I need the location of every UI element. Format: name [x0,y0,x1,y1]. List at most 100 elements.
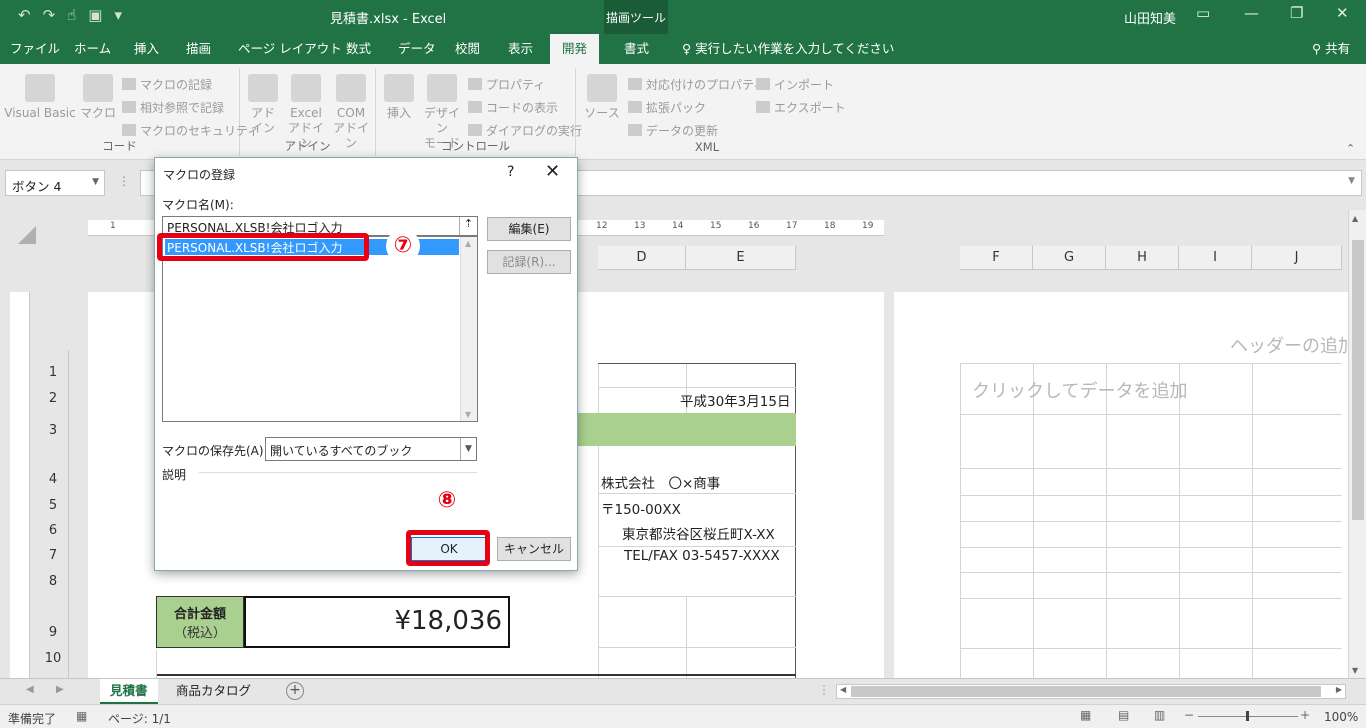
expand-formula-bar-icon[interactable]: ▼ [1348,176,1355,186]
properties-button[interactable]: プロパティ [468,76,545,93]
row-header-7[interactable]: 7 [38,548,68,563]
column-header-d[interactable]: D [598,246,686,270]
refresh-data-button[interactable]: データの更新 [628,122,718,139]
zoom-slider[interactable] [1198,711,1298,721]
row-header-3[interactable]: 3 [38,423,68,438]
close-window-icon[interactable]: ✕ [1336,4,1349,22]
help-icon[interactable]: ? [507,164,514,180]
column-header-f[interactable]: F [960,246,1033,270]
macro-security-button[interactable]: マクロのセキュリティ [122,122,259,139]
edit-button[interactable]: 編集(E) [487,217,571,241]
record-macro-button[interactable]: マクロの記録 [122,76,212,93]
title-band-cell[interactable] [578,413,796,446]
company-cell[interactable]: 株式会社 〇×商事 [601,472,720,492]
close-icon[interactable]: ✕ [545,161,560,182]
save-icon[interactable]: ▣ [88,6,102,24]
collapse-dialog-icon[interactable]: ⇡ [459,217,477,235]
column-header-h[interactable]: H [1106,246,1179,270]
macro-list[interactable]: PERSONAL.XLSB!会社ロゴ入力 ▲ ▼ [162,236,478,422]
scroll-up-icon[interactable]: ▲ [1352,214,1358,223]
tab-insert[interactable]: 挿入 [134,34,159,64]
source-button[interactable]: ソース [584,74,620,121]
sheet-tab-estimate[interactable]: 見積書 [100,679,158,704]
list-scroll-up-icon[interactable]: ▲ [465,239,471,248]
share-button[interactable]: ⚲ 共有 [1312,34,1350,64]
tab-developer[interactable]: 開発 [550,34,600,64]
vertical-scrollbar[interactable]: ▲ ▼ [1348,210,1366,678]
cancel-button[interactable]: キャンセル [497,537,571,561]
name-box[interactable]: ボタン 4 ▼ [5,170,105,196]
export-button[interactable]: エクスポート [756,99,846,116]
tab-view[interactable]: 表示 [508,34,533,64]
addins-button[interactable]: アド イン [246,74,280,136]
collapse-ribbon-icon[interactable]: ⌃ [1346,142,1355,155]
horizontal-scrollbar-thumb[interactable] [851,686,1321,697]
record-button[interactable]: 記録(R)... [487,250,571,274]
total-value-cell[interactable]: ¥18,036 [244,596,510,648]
map-properties-button[interactable]: 対応付けのプロパティ [628,76,765,93]
macro-recording-icon[interactable]: ▦ [76,709,87,723]
row-header-1[interactable]: 1 [38,365,68,380]
row-header-5[interactable]: 5 [38,498,68,513]
list-scrollbar[interactable]: ▲ ▼ [460,237,477,421]
header-placeholder[interactable]: ヘッダーの追加 [1230,332,1356,358]
column-header-i[interactable]: I [1179,246,1252,270]
page-break-view-icon[interactable]: ▥ [1154,708,1165,722]
tab-data[interactable]: データ [398,34,436,64]
list-scroll-down-icon[interactable]: ▼ [465,410,471,419]
date-cell[interactable]: 平成30年3月15日 [680,390,790,410]
tab-format[interactable]: 書式 [624,34,649,64]
relative-reference-button[interactable]: 相対参照で記録 [122,99,224,116]
zoom-slider-thumb[interactable] [1246,711,1249,721]
user-name[interactable]: 山田知美 [1124,8,1176,27]
chevron-down-icon[interactable]: ▼ [460,438,476,460]
undo-icon[interactable]: ↶ [18,6,31,24]
visual-basic-button[interactable]: Visual Basic [4,74,76,121]
tab-review[interactable]: 校閲 [455,34,480,64]
address-cell[interactable]: 東京都渋谷区桜丘町X-XX [622,523,775,543]
tel-cell[interactable]: TEL/FAX 03-5457-XXXX [624,548,780,564]
page-layout-view-icon[interactable]: ▤ [1118,708,1129,722]
zoom-in-icon[interactable]: + [1300,708,1310,722]
column-header-g[interactable]: G [1033,246,1106,270]
row-header-9[interactable]: 9 [38,625,68,640]
data-placeholder[interactable]: クリックしてデータを追加 [972,377,1187,403]
redo-icon[interactable]: ↷ [43,6,56,24]
tell-me-search[interactable]: ♀ 実行したい作業を入力してください [682,34,894,64]
minimize-icon[interactable]: — [1244,4,1259,22]
postal-cell[interactable]: 〒150-00XX [601,498,681,518]
macro-button[interactable]: マクロ [80,74,116,121]
zoom-level[interactable]: 100% [1324,710,1358,724]
tab-file[interactable]: ファイル [10,34,60,64]
horizontal-scrollbar[interactable]: ◀ ▶ [836,684,1346,699]
chevron-down-icon[interactable]: ▼ [92,177,99,187]
run-dialog-button[interactable]: ダイアログの実行 [468,122,582,139]
macro-location-select[interactable]: 開いているすべてのブック ▼ [265,437,477,461]
import-button[interactable]: インポート [756,76,834,93]
scroll-down-icon[interactable]: ▼ [1352,666,1358,675]
column-header-j[interactable]: J [1252,246,1342,270]
scroll-right-icon[interactable]: ▶ [1336,685,1342,694]
customize-icon[interactable]: ▾ [114,6,122,24]
row-header-10[interactable]: 10 [38,651,68,666]
total-label-cell[interactable]: 合計金額 （税込） [156,596,244,648]
tab-home[interactable]: ホーム [74,34,111,64]
normal-view-icon[interactable]: ▦ [1080,708,1091,722]
next-sheet-icon[interactable]: ▶ [56,684,64,695]
row-header-2[interactable]: 2 [38,391,68,406]
row-header-6[interactable]: 6 [38,523,68,538]
insert-control-button[interactable]: 挿入 [382,74,416,121]
row-header-8[interactable]: 8 [38,574,68,589]
tab-split-handle-icon[interactable]: ⋮ [818,683,830,697]
column-header-e[interactable]: E [686,246,796,270]
row-header-4[interactable]: 4 [38,472,68,487]
scrollbar-thumb[interactable] [1352,240,1364,520]
zoom-out-icon[interactable]: − [1184,708,1194,722]
tab-page-layout[interactable]: ページ レイアウト [238,34,342,64]
touch-mode-icon[interactable]: ☝ [67,6,76,24]
view-code-button[interactable]: コードの表示 [468,99,558,116]
ribbon-display-icon[interactable]: ▭ [1196,4,1210,22]
tab-draw[interactable]: 描画 [186,34,211,64]
prev-sheet-icon[interactable]: ◀ [26,684,34,695]
add-sheet-icon[interactable]: + [286,682,304,700]
